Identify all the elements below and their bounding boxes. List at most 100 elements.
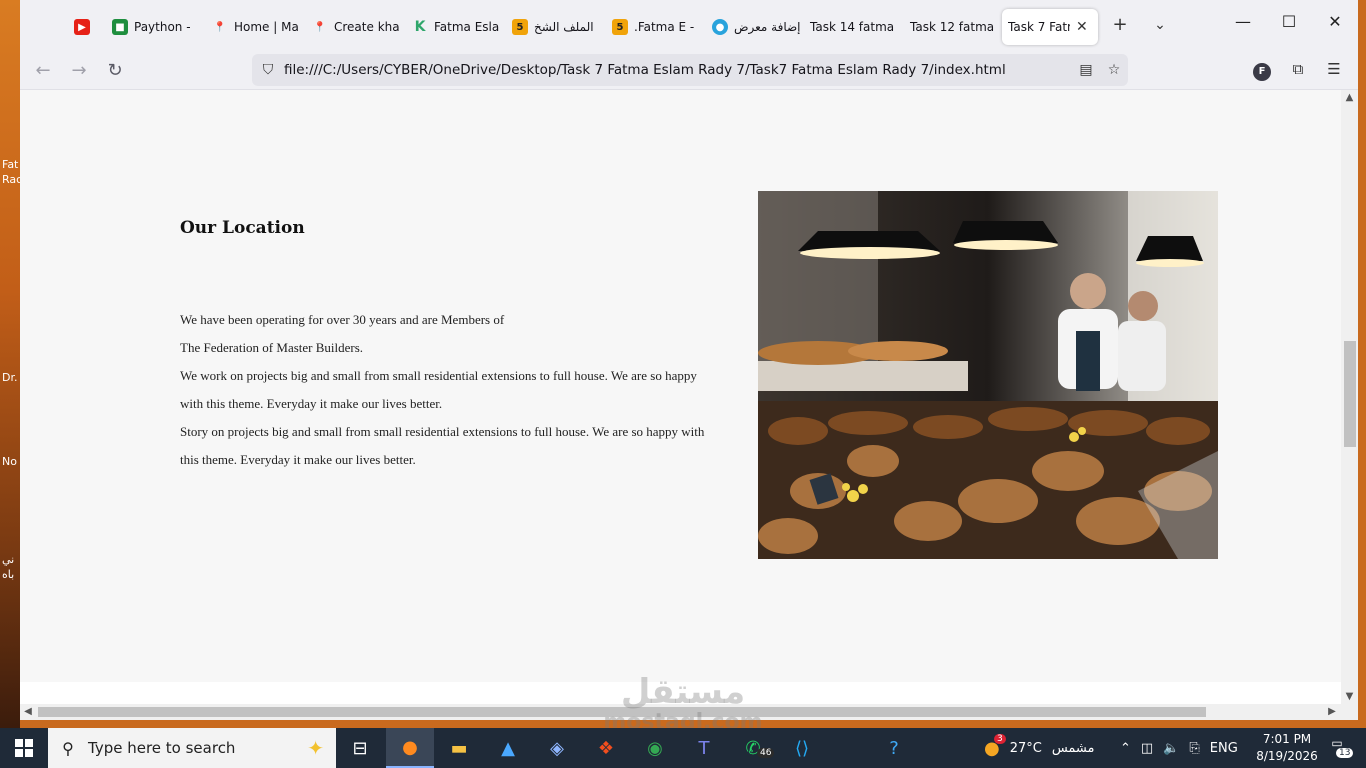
- forward-arrow-icon[interactable]: →: [64, 58, 94, 84]
- tab-label: إضافة معرض: [734, 20, 801, 34]
- file-explorer-icon[interactable]: ▬: [435, 728, 483, 768]
- vscode-icon[interactable]: ⟨⟩: [778, 728, 826, 768]
- desktop-icon-label[interactable]: No: [2, 455, 17, 468]
- notification-center[interactable]: ▭ 13: [1322, 736, 1354, 760]
- tab-label: .Fatma E -: [634, 20, 695, 34]
- circle-icon: ●: [712, 19, 728, 35]
- tab-task-14[interactable]: Task 14 fatma: [804, 9, 900, 45]
- tab-label: Task 7 Fatma: [1008, 20, 1070, 34]
- app-icon[interactable]: ◈: [533, 728, 581, 768]
- sparkle-icon: ✦: [307, 736, 324, 760]
- navigation-bar: ← → ↻ ⛉ file:///C:/Users/CYBER/OneDrive/…: [20, 52, 1358, 90]
- network-icon[interactable]: ⎘: [1189, 741, 1199, 756]
- clock-time: 7:01 PM: [1262, 732, 1312, 746]
- tab-add-gallery[interactable]: ● إضافة معرض: [706, 9, 806, 45]
- url-text[interactable]: file:///C:/Users/CYBER/OneDrive/Desktop/…: [284, 62, 1072, 78]
- tab-home[interactable]: 📍 Home | Ma: [206, 9, 302, 45]
- desktop-icon-label[interactable]: باه: [2, 568, 14, 581]
- tab-profile-ar[interactable]: 5 الملف الشخ: [506, 9, 602, 45]
- paragraph: Story on projects big and small from sma…: [180, 424, 705, 467]
- system-tray: ⌃ ◫ 🔈 ⎘ ENG: [1120, 728, 1238, 768]
- tab-fatma-e[interactable]: 5 .Fatma E -: [606, 9, 702, 45]
- address-bar[interactable]: ⛉ file:///C:/Users/CYBER/OneDrive/Deskto…: [252, 54, 1128, 86]
- location-section: Our Location We have been operating for …: [20, 90, 1341, 682]
- desktop-icon-label[interactable]: Fat: [2, 158, 18, 171]
- vertical-scroll-thumb[interactable]: [1344, 341, 1356, 447]
- chevron-up-icon[interactable]: ⌃: [1120, 741, 1131, 756]
- desktop-background: Fat Rac Dr. No ني باه: [0, 0, 22, 728]
- firefox-icon[interactable]: ●: [386, 728, 434, 768]
- tab-label: Paython -: [134, 20, 191, 34]
- location-description: We have been operating for over 30 years…: [180, 306, 720, 474]
- back-arrow-icon[interactable]: ←: [28, 58, 58, 84]
- clock[interactable]: 7:01 PM 8/19/2026: [1252, 731, 1322, 765]
- close-icon[interactable]: ✕: [1076, 19, 1088, 35]
- taskbar-search[interactable]: ⚲ Type here to search ✦: [48, 728, 336, 768]
- browser-window: ▶ ■ Paython - 📍 Home | Ma 📍 Create kha K…: [20, 0, 1358, 720]
- teams-icon[interactable]: T: [680, 728, 728, 768]
- profile-avatar[interactable]: F: [1248, 60, 1276, 81]
- tab-label: Task 14 fatma: [810, 20, 895, 34]
- tab-bar: ▶ ■ Paython - 📍 Home | Ma 📍 Create kha K…: [20, 0, 1358, 52]
- task-view-icon[interactable]: ⊟: [336, 728, 384, 768]
- scroll-down-arrow-icon[interactable]: ▼: [1341, 691, 1358, 702]
- pin-icon: 📍: [313, 21, 327, 33]
- tab-create[interactable]: 📍 Create kha: [306, 9, 402, 45]
- scroll-right-arrow-icon[interactable]: ▶: [1324, 704, 1340, 720]
- desktop-icon-label[interactable]: Dr.: [2, 371, 17, 384]
- vertical-scrollbar[interactable]: ▲ ▼: [1341, 90, 1358, 704]
- clock-date: 8/19/2026: [1256, 749, 1318, 763]
- tab-label: Home | Ma: [234, 20, 299, 34]
- taskbar: ⚲ Type here to search ✦ ⊟ ● ▬ ▲ ◈ ❖ ◉ T …: [0, 728, 1366, 768]
- page-viewport: Our Location We have been operating for …: [20, 90, 1341, 704]
- desktop-icon-label[interactable]: ني: [2, 553, 14, 566]
- maximize-button[interactable]: ☐: [1266, 12, 1312, 31]
- start-button[interactable]: [0, 728, 48, 768]
- bookmark-star-icon[interactable]: ☆: [1100, 62, 1128, 78]
- reader-view-icon[interactable]: ▤: [1072, 62, 1100, 78]
- search-icon: ⚲: [62, 738, 74, 758]
- temperature: 27°C: [1009, 740, 1042, 756]
- chrome-icon[interactable]: ◉: [631, 728, 679, 768]
- whatsapp-icon[interactable]: ✆ 46: [729, 728, 777, 768]
- tab-list-chevron-icon[interactable]: ⌄: [1146, 17, 1174, 33]
- menu-icon[interactable]: ☰: [1320, 60, 1348, 78]
- minimize-button[interactable]: —: [1220, 12, 1266, 31]
- paragraph: The Federation of Master Builders.: [180, 340, 364, 355]
- language-indicator[interactable]: ENG: [1210, 741, 1238, 756]
- weather-widget[interactable]: ● 3 27°C مشمس: [984, 728, 1095, 768]
- windows-icon: [15, 739, 33, 757]
- bakery-photo: [758, 191, 1218, 559]
- tab-task-7[interactable]: Task 7 Fatma ✕: [1002, 9, 1098, 45]
- new-tab-button[interactable]: +: [1106, 14, 1134, 35]
- location-title: Our Location: [180, 218, 305, 238]
- paragraph: We work on projects big and small from s…: [180, 368, 697, 411]
- camera-icon[interactable]: ◫: [1141, 741, 1153, 756]
- help-icon[interactable]: ?: [870, 728, 918, 768]
- tab-python[interactable]: ■ Paython -: [106, 9, 202, 45]
- notification-count: 13: [1336, 748, 1354, 758]
- sun-icon: ● 3: [984, 733, 1006, 759]
- volume-icon[interactable]: 🔈: [1163, 741, 1179, 756]
- k-icon: K: [414, 19, 426, 35]
- five-icon: 5: [512, 19, 528, 35]
- tab-task-12[interactable]: Task 12 fatma: [904, 9, 1000, 45]
- tab-fatma-esla[interactable]: K Fatma Esla: [406, 9, 502, 45]
- scroll-up-arrow-icon[interactable]: ▲: [1341, 92, 1358, 103]
- extensions-icon[interactable]: ⧉: [1284, 60, 1312, 78]
- tab-youtube[interactable]: ▶: [68, 9, 104, 45]
- photos-icon[interactable]: ▲: [484, 728, 532, 768]
- scroll-left-arrow-icon[interactable]: ◀: [20, 704, 36, 720]
- tab-label: Create kha: [334, 20, 400, 34]
- search-placeholder: Type here to search: [88, 739, 236, 757]
- reload-icon[interactable]: ↻: [100, 58, 130, 84]
- tab-label: Fatma Esla: [434, 20, 500, 34]
- whatsapp-badge: 46: [757, 748, 775, 758]
- close-window-button[interactable]: ✕: [1312, 12, 1358, 31]
- five-icon: 5: [612, 19, 628, 35]
- tab-label: الملف الشخ: [534, 20, 594, 34]
- shield-icon[interactable]: ⛉: [252, 62, 284, 78]
- bakery-photo-illustration: [758, 191, 1218, 559]
- figma-icon[interactable]: ❖: [582, 728, 630, 768]
- pin-icon: 📍: [213, 21, 227, 33]
